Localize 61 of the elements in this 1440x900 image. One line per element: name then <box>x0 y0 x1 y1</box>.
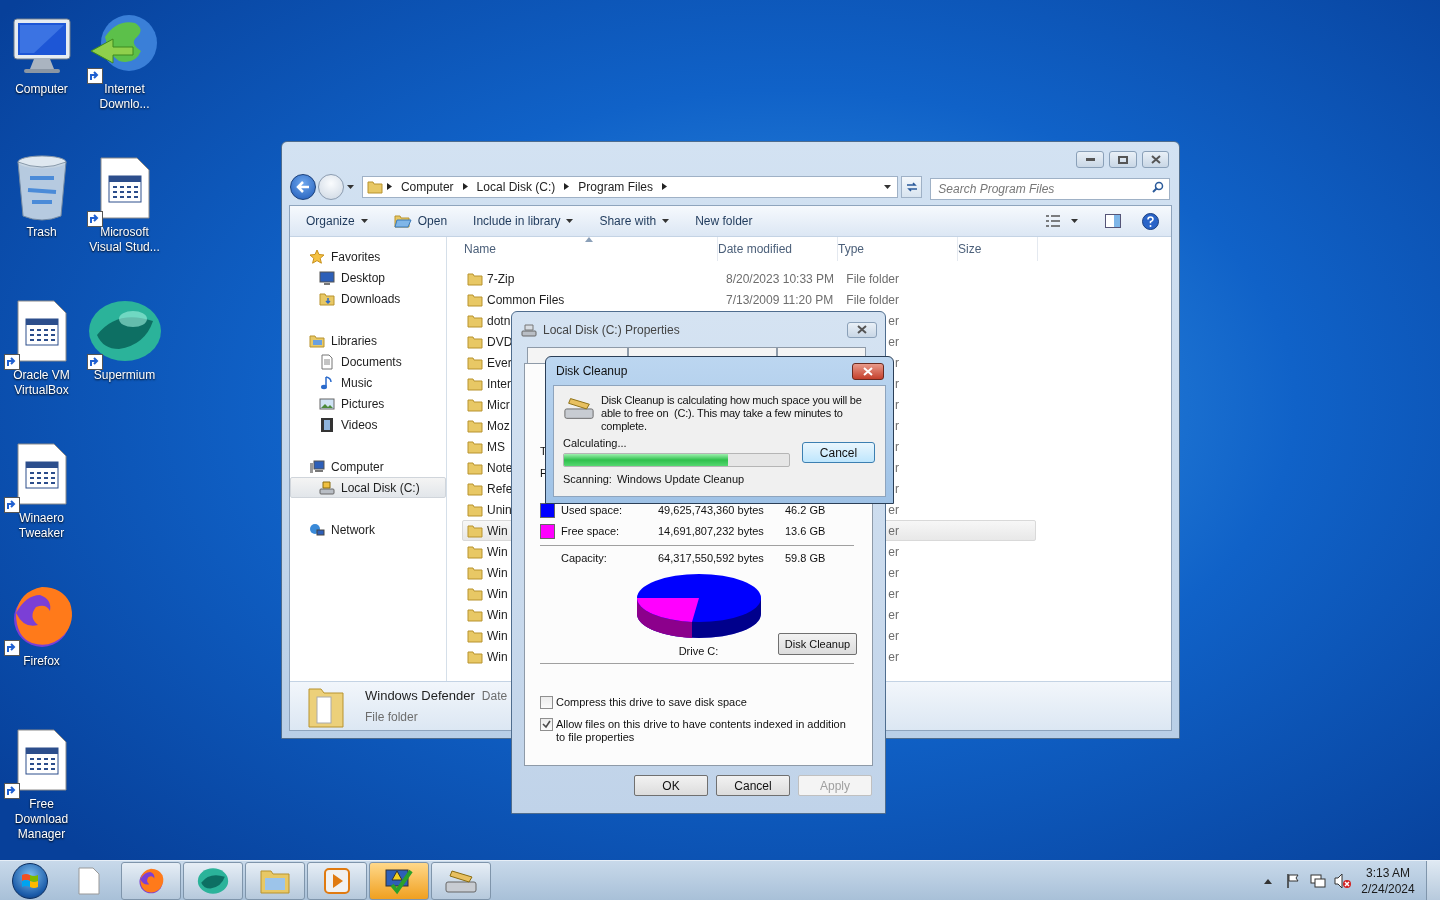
file-type: r <box>895 417 899 435</box>
file-type: er <box>888 501 899 519</box>
size-value: 46.2 GB <box>785 503 826 519</box>
file-name: Refe <box>487 480 513 498</box>
file-name: Note <box>487 459 513 477</box>
item-type: File folder <box>365 709 419 727</box>
file-type: r <box>895 480 899 498</box>
checkbox-label: Compress this drive to save disk space <box>556 696 748 709</box>
file-type: er <box>888 543 899 561</box>
file-name: Inter <box>487 375 511 393</box>
file-type: er <box>888 522 899 540</box>
file-name: Ever <box>487 354 512 372</box>
file-type: r <box>895 396 899 414</box>
scanning-label: Scanning: <box>563 472 612 487</box>
file-type: er <box>888 585 899 603</box>
file-type: r <box>895 354 899 372</box>
file-name: Win <box>487 627 508 645</box>
file-name: Win <box>487 522 508 540</box>
file-type: er <box>888 627 899 645</box>
file-name: dotn <box>487 312 511 330</box>
checkbox-label: Allow files on this drive to have contents indexed in addition to file properties <box>556 718 847 744</box>
file-type: r <box>895 438 899 456</box>
date-modified: 8/20/2023 10:33 PM <box>726 270 835 288</box>
file-type: r <box>895 459 899 477</box>
window-title: Disk Cleanup <box>556 363 628 380</box>
file-type: er <box>888 312 899 330</box>
scanning-item: Windows Update Cleanup <box>616 472 745 487</box>
dialog-message: Disk Cleanup is calculating how much space you will be able to free on (C:). This may take a few minutes to complete. <box>601 394 863 433</box>
status-text: Calculating... <box>563 436 628 450</box>
file-type: er <box>888 333 899 351</box>
field-label: Date <box>481 687 508 705</box>
file-type: File folder <box>846 270 899 288</box>
file-name: Win <box>487 543 508 561</box>
file-name: Moz <box>487 417 510 435</box>
file-name: Win <box>487 564 508 582</box>
byte-count: 49,625,743,360 bytes <box>658 503 765 519</box>
file-type: File folder <box>846 291 899 309</box>
file-name: Unin <box>487 501 512 519</box>
drive-label: Drive C: <box>678 644 719 659</box>
file-name: MS <box>487 438 505 456</box>
file-name: Micr <box>487 396 510 414</box>
date-modified: 7/13/2009 11:20 PM <box>726 291 834 309</box>
size-value: 59.8 GB <box>785 551 826 567</box>
file-type: er <box>888 564 899 582</box>
size-value: 13.6 GB <box>785 524 826 540</box>
file-name: Win <box>487 606 508 624</box>
byte-count: 14,691,807,232 bytes <box>658 524 765 540</box>
space-label: Capacity: <box>561 551 608 567</box>
file-name: Win <box>487 648 508 666</box>
item-name: Windows Defender <box>365 686 475 705</box>
file-name: 7-Zip <box>487 270 515 288</box>
file-type: er <box>888 606 899 624</box>
byte-count: 64,317,550,592 bytes <box>658 551 765 567</box>
file-name: DVD <box>487 333 513 351</box>
space-label: Used space: <box>561 503 624 519</box>
space-label: Free space: <box>561 524 621 540</box>
file-name: Win <box>487 585 508 603</box>
file-name: Common Files <box>487 291 565 309</box>
window-title: Local Disk (C:) Properties <box>543 321 680 339</box>
file-type: r <box>895 375 899 393</box>
file-type: er <box>888 648 899 666</box>
